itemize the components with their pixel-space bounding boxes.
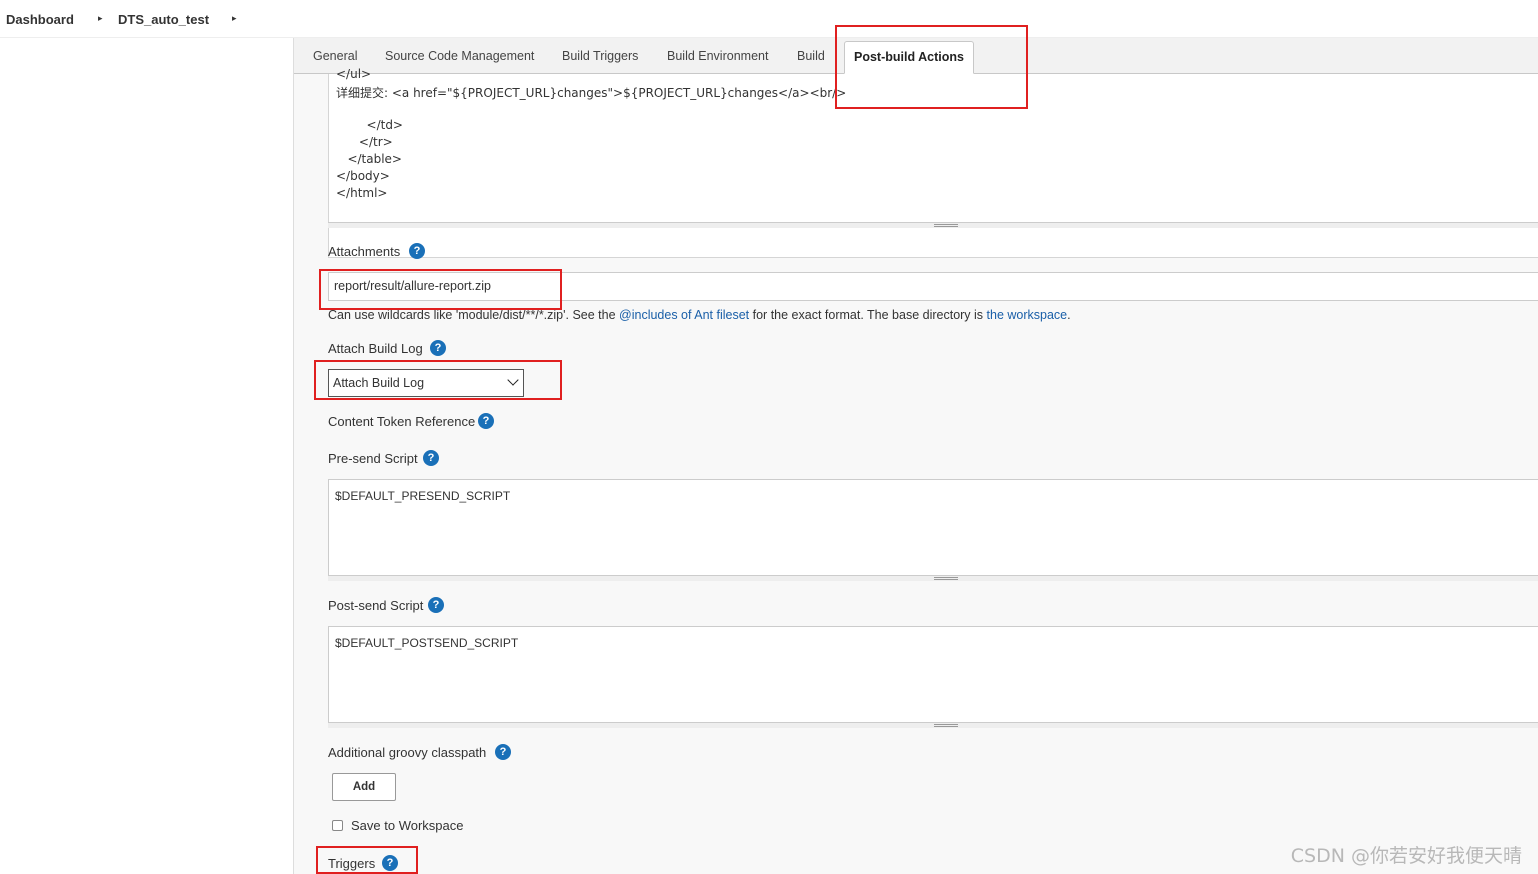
hint-text: . xyxy=(1067,308,1071,322)
chevron-down-icon xyxy=(507,374,519,386)
code-line: </tr> xyxy=(336,135,393,149)
grip-icon xyxy=(934,577,958,580)
ant-fileset-link[interactable]: @includes of Ant fileset xyxy=(619,308,749,322)
tab-build-environment[interactable]: Build Environment xyxy=(667,49,768,63)
post-send-script-label: Post-send Script xyxy=(328,598,424,613)
breadcrumb-separator-icon[interactable]: ▸ xyxy=(232,13,237,24)
workspace-link[interactable]: the workspace xyxy=(987,308,1068,322)
code-line: 详细提交: <a href="${PROJECT_URL}changes">${… xyxy=(336,86,847,100)
editor-resize-handle[interactable] xyxy=(328,222,1538,228)
code-line: </html> xyxy=(336,186,388,200)
code-line: </body> xyxy=(336,169,390,183)
job-config-panel: General Source Code Management Build Tri… xyxy=(293,38,1538,874)
tab-general[interactable]: General xyxy=(313,49,357,63)
content-token-reference-label: Content Token Reference xyxy=(328,414,476,429)
breadcrumb: Dashboard ▸ DTS_auto_test ▸ xyxy=(0,0,1538,38)
tab-post-build-actions[interactable]: Post-build Actions xyxy=(844,41,974,74)
help-icon[interactable]: ? xyxy=(428,597,444,613)
email-content-editor[interactable]: </ul> 详细提交: <a href="${PROJECT_URL}chang… xyxy=(328,67,1538,258)
grip-icon xyxy=(934,724,958,727)
pre-send-script-label: Pre-send Script xyxy=(328,451,418,466)
attach-build-log-label: Attach Build Log xyxy=(328,341,423,356)
editor-resize-handle[interactable] xyxy=(328,575,1538,581)
grip-icon xyxy=(934,224,958,227)
help-icon[interactable]: ? xyxy=(409,243,425,259)
breadcrumb-dashboard[interactable]: Dashboard xyxy=(6,12,74,27)
code-line: </table> xyxy=(336,152,402,166)
code-line: </td> xyxy=(336,118,403,132)
help-icon[interactable]: ? xyxy=(423,450,439,466)
tab-build-triggers[interactable]: Build Triggers xyxy=(562,49,638,63)
attachments-label: Attachments xyxy=(328,244,401,259)
attach-build-log-select[interactable]: Attach Build Log xyxy=(328,369,524,397)
hint-text: for the exact format. The base directory… xyxy=(749,308,987,322)
attachments-input[interactable]: report/result/allure-report.zip xyxy=(328,272,1538,301)
add-classpath-button[interactable]: Add xyxy=(332,773,396,801)
groovy-classpath-label: Additional groovy classpath xyxy=(328,745,487,760)
help-icon[interactable]: ? xyxy=(430,340,446,356)
breadcrumb-job[interactable]: DTS_auto_test xyxy=(118,12,209,27)
breadcrumb-separator-icon: ▸ xyxy=(98,13,103,23)
select-value: Attach Build Log xyxy=(333,376,425,390)
save-to-workspace-label: Save to Workspace xyxy=(351,818,464,833)
save-to-workspace-checkbox[interactable] xyxy=(332,820,343,831)
watermark: CSDN @你若安好我便天晴 xyxy=(1290,845,1522,867)
help-icon[interactable]: ? xyxy=(478,413,494,429)
tab-source-code-management[interactable]: Source Code Management xyxy=(385,49,534,63)
post-send-script-textarea[interactable]: $DEFAULT_POSTSEND_SCRIPT xyxy=(328,626,1538,722)
triggers-label: Triggers xyxy=(328,856,376,871)
config-tabbar: General Source Code Management Build Tri… xyxy=(294,38,1538,74)
help-icon[interactable]: ? xyxy=(382,855,398,871)
attachments-hint: Can use wildcards like 'module/dist/**/*… xyxy=(328,308,1071,322)
help-icon[interactable]: ? xyxy=(495,744,511,760)
code-line: </ul> xyxy=(336,67,372,81)
pre-send-script-textarea[interactable]: $DEFAULT_PRESEND_SCRIPT xyxy=(328,479,1538,575)
editor-resize-handle[interactable] xyxy=(328,722,1538,728)
tab-build[interactable]: Build xyxy=(797,49,825,63)
hint-text: Can use wildcards like 'module/dist/**/*… xyxy=(328,308,620,322)
